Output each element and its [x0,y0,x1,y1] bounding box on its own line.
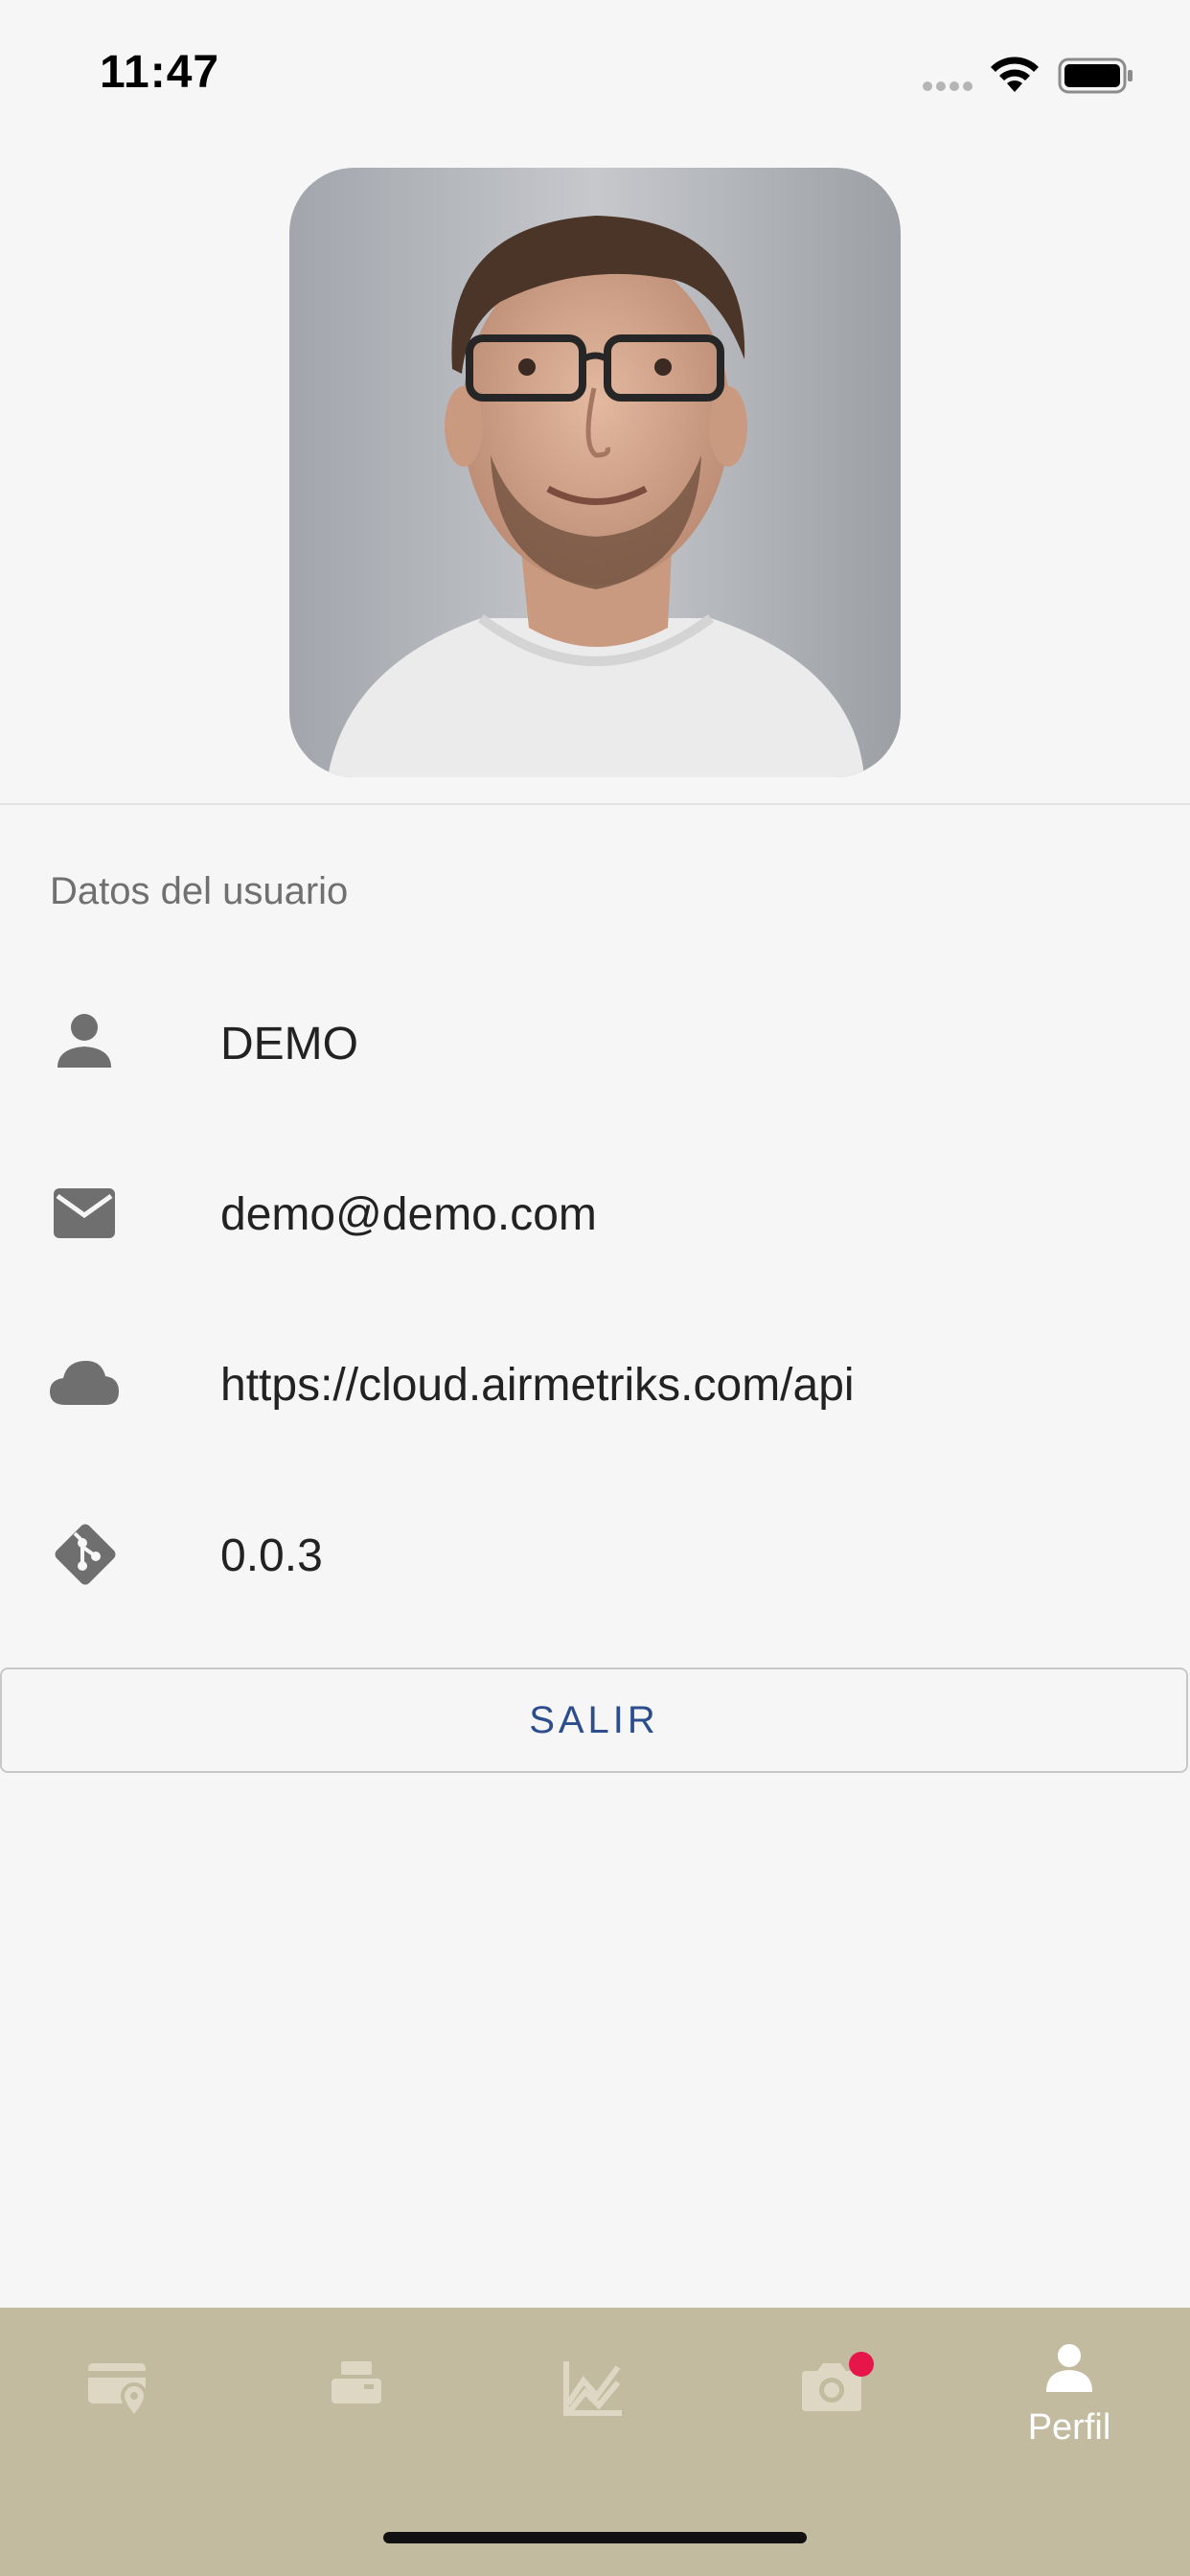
status-bar: 11:47 [0,0,1190,144]
cell-signal-icon [923,81,973,91]
avatar-photo [289,168,901,777]
divider [0,803,1190,805]
server-url-row: https://cloud.airmetriks.com/api [0,1326,1190,1441]
app-version: 0.0.3 [220,1530,323,1581]
home-indicator [383,2532,807,2543]
profile-avatar [289,168,901,777]
battery-icon [1058,58,1133,94]
chart-icon [563,2361,622,2416]
notification-badge [849,2352,874,2377]
user-email: demo@demo.com [220,1189,597,1240]
mail-icon [54,1188,115,1238]
wifi-icon [991,57,1039,92]
nav-label-profile: Perfil [1027,2407,1111,2448]
user-name-row: DEMO [0,985,1190,1100]
section-title: Datos del usuario [50,870,349,912]
person-icon [57,1014,111,1068]
logout-button[interactable]: SALIR [0,1668,1188,1773]
user-email-row: demo@demo.com [0,1156,1190,1271]
nav-tab-profile[interactable]: Perfil [950,2308,1188,2480]
person-icon [1046,2344,1092,2392]
nav-tab-locations[interactable] [0,2308,238,2480]
server-url: https://cloud.airmetriks.com/api [220,1360,855,1411]
printer-icon [332,2361,381,2404]
nav-tab-charts[interactable] [475,2308,713,2480]
logout-label: SALIR [529,1698,659,1741]
user-name: DEMO [220,1019,358,1070]
nav-tab-printer[interactable] [238,2308,475,2480]
card-location-icon [88,2363,149,2419]
bottom-navigation: Perfil [0,2308,1190,2576]
status-time: 11:47 [100,47,220,98]
version-row: 0.0.3 [0,1497,1190,1612]
nav-tab-camera[interactable] [713,2308,950,2480]
git-icon [55,1524,116,1585]
cloud-icon [50,1361,119,1405]
